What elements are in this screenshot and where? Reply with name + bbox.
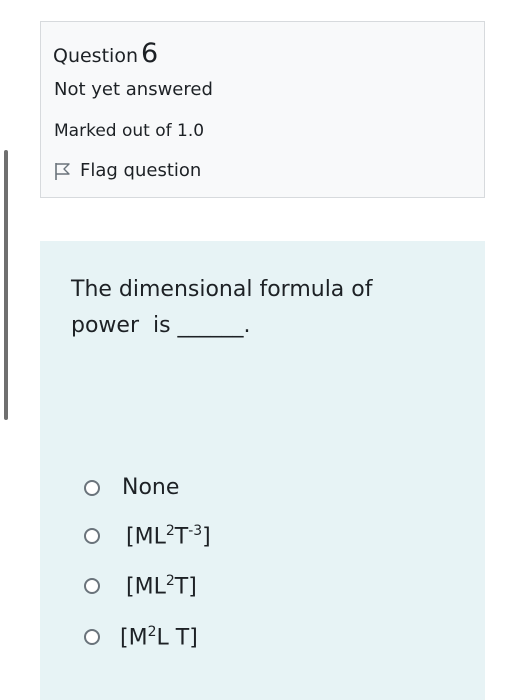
answer-label: [M2L T] (120, 624, 198, 651)
radio-button[interactable] (84, 528, 100, 545)
flag-icon (54, 161, 72, 181)
answer-option-m2lt[interactable]: [M2L T] (84, 624, 198, 650)
answer-label: None (122, 475, 180, 500)
question-text-line-2: power is ______. (71, 313, 251, 338)
question-info-panel: Question 6 Not yet answered Marked out of… (40, 21, 485, 198)
question-text: The dimensional formula of power is ____… (71, 272, 471, 344)
answer-label: [ML2T-3] (126, 523, 211, 550)
question-state: Not yet answered (54, 79, 213, 100)
question-heading: Question 6 (53, 38, 158, 69)
radio-button[interactable] (84, 479, 100, 496)
radio-button[interactable] (84, 578, 100, 595)
answer-option-ml2t-3[interactable]: [ML2T-3] (84, 523, 211, 549)
flag-question-label: Flag question (80, 160, 202, 181)
question-text-line-1: The dimensional formula of (71, 277, 373, 302)
answer-label: [ML2T] (126, 573, 197, 600)
radio-button[interactable] (84, 629, 100, 646)
question-grade: Marked out of 1.0 (54, 121, 205, 141)
question-content-panel: The dimensional formula of power is ____… (40, 241, 485, 700)
flag-question-link[interactable]: Flag question (54, 160, 201, 181)
question-number: 6 (140, 38, 159, 69)
question-label: Question (53, 45, 138, 67)
answer-option-none[interactable]: None (84, 475, 179, 500)
scrollbar[interactable] (4, 150, 8, 420)
answer-option-ml2t[interactable]: [ML2T] (84, 573, 197, 599)
